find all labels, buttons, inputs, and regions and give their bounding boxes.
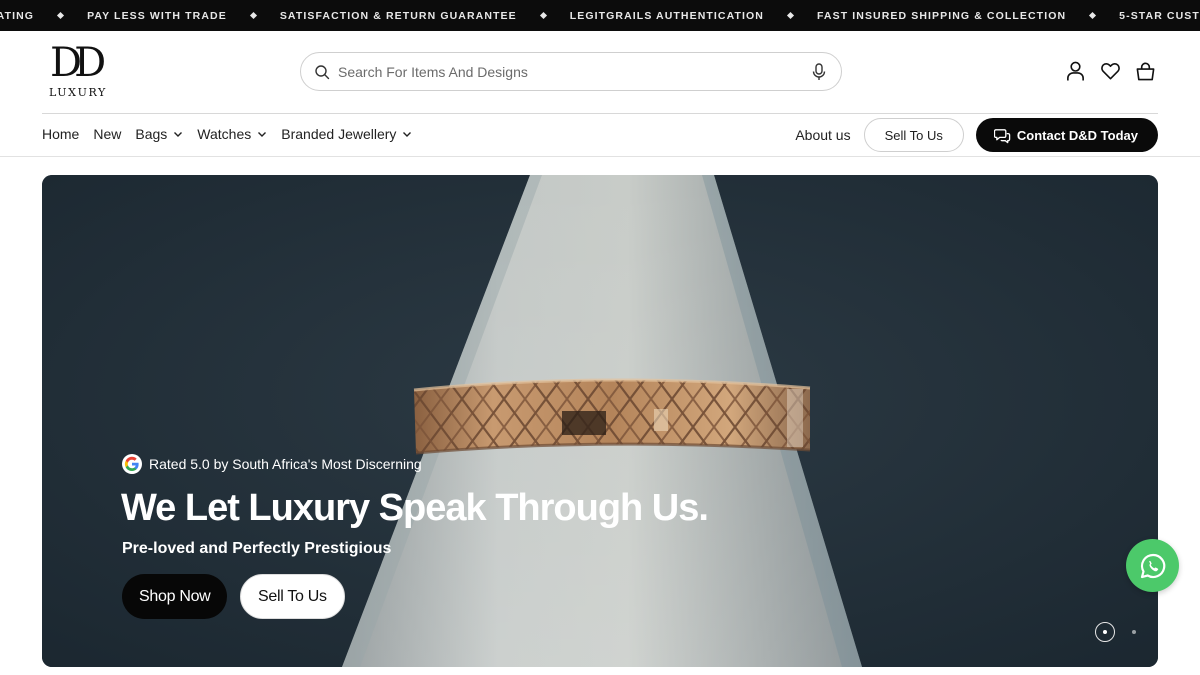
main-nav: Home New Bags Watches Branded Jewellery: [42, 118, 426, 150]
hero-subline: Pre-loved and Perfectly Prestigious: [122, 540, 392, 557]
announcement-track: RATING PAY LESS WITH TRADE SATISFACTION …: [0, 0, 1200, 31]
shop-now-button[interactable]: Shop Now: [122, 574, 228, 619]
hero-banner: Rated 5.0 by South Africa's Most Discern…: [42, 175, 1158, 667]
about-us-link[interactable]: About us: [795, 127, 850, 143]
diamond-separator-icon: [786, 11, 795, 20]
google-rating: Rated 5.0 by South Africa's Most Discern…: [122, 454, 422, 474]
rating-text: Rated 5.0 by South Africa's Most Discern…: [149, 456, 422, 472]
announcement-item: LEGITGRAILS AUTHENTICATION: [569, 9, 764, 22]
nav-item-label: Branded Jewellery: [281, 126, 397, 142]
nav-item-label: Home: [42, 126, 80, 142]
whatsapp-icon: [1140, 553, 1165, 578]
carousel-dot-active[interactable]: [1095, 622, 1115, 642]
diamond-separator-icon: [1089, 11, 1097, 20]
announcement-item: FAST INSURED SHIPPING & COLLECTION: [817, 9, 1067, 22]
hero-sell-label: Sell To Us: [258, 587, 327, 605]
whatsapp-button[interactable]: [1126, 539, 1179, 592]
header-divider: [42, 113, 1158, 114]
sell-to-us-label: Sell To Us: [884, 127, 943, 143]
nav-item-new[interactable]: New: [93, 126, 121, 142]
cart-bag-icon[interactable]: [1135, 60, 1156, 82]
nav-item-label: New: [93, 126, 122, 142]
announcement-item: SATISFACTION & RETURN GUARANTEE: [279, 9, 517, 22]
contact-label: Contact D&D Today: [1016, 127, 1138, 143]
search-bar[interactable]: [300, 52, 842, 91]
nav-actions: About us Sell To Us Contact D&D Today: [795, 118, 1158, 152]
nav-item-bags[interactable]: Bags: [135, 126, 183, 142]
nav-divider: [0, 156, 1200, 157]
account-icon[interactable]: [1065, 60, 1086, 82]
nav-item-watches[interactable]: Watches: [197, 126, 267, 142]
hero-sell-to-us-button[interactable]: Sell To Us: [240, 574, 345, 619]
announcement-item: RATING: [0, 9, 35, 22]
shop-now-label: Shop Now: [139, 587, 211, 605]
logo-mark: DD: [50, 40, 106, 86]
chevron-down-icon: [403, 132, 412, 137]
diamond-separator-icon: [57, 11, 65, 20]
announcement-bar: RATING PAY LESS WITH TRADE SATISFACTION …: [0, 0, 1200, 31]
header-actions: [1065, 60, 1156, 82]
announcement-item: PAY LESS WITH TRADE: [87, 9, 227, 22]
diamond-separator-icon: [249, 11, 257, 20]
chevron-down-icon: [174, 132, 183, 137]
wishlist-heart-icon[interactable]: [1100, 60, 1121, 82]
diamond-separator-icon: [539, 11, 547, 20]
announcement-item: 5-STAR CUSTOMER RATING: [1119, 9, 1200, 22]
logo-text: LUXURY: [49, 86, 107, 99]
search-input[interactable]: [338, 53, 798, 90]
site-logo[interactable]: DD LUXURY: [44, 42, 108, 100]
google-icon: [122, 454, 142, 474]
hero-headline: We Let Luxury Speak Through Us.: [121, 487, 709, 529]
chat-bubbles-icon: [993, 128, 1011, 143]
carousel-dot[interactable]: [1132, 630, 1136, 634]
nav-item-label: Watches: [197, 126, 252, 142]
chevron-down-icon: [258, 132, 267, 137]
microphone-icon[interactable]: [811, 63, 827, 81]
contact-button[interactable]: Contact D&D Today: [975, 118, 1158, 152]
search-icon[interactable]: [314, 64, 330, 80]
nav-item-label: Bags: [135, 126, 168, 142]
nav-item-home[interactable]: Home: [42, 126, 79, 142]
nav-item-branded-jewellery[interactable]: Branded Jewellery: [281, 126, 412, 142]
sell-to-us-button[interactable]: Sell To Us: [863, 118, 964, 152]
